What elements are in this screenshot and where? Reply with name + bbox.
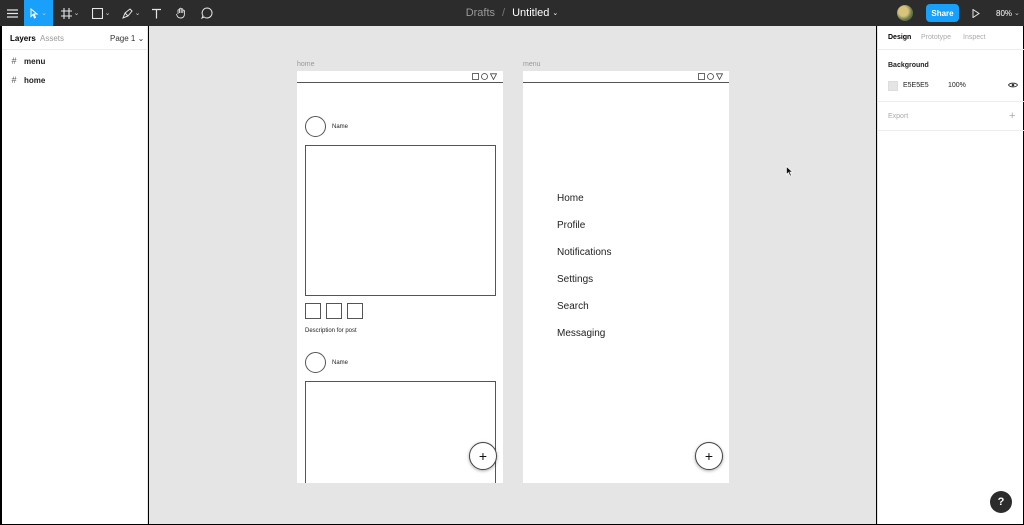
comment-bubble-icon — [201, 7, 213, 19]
chevron-down-icon[interactable]: ⌄ — [552, 9, 558, 17]
user-avatar[interactable] — [897, 5, 913, 21]
help-button[interactable]: ? — [990, 491, 1012, 513]
add-fab[interactable]: + — [695, 442, 723, 470]
tab-prototype[interactable]: Prototype — [921, 34, 951, 41]
post-image-placeholder — [305, 381, 496, 483]
circle-icon — [481, 73, 488, 80]
layers-panel: Layers Assets Page 1 ⌄ # menu # home — [2, 26, 148, 524]
text-icon — [151, 8, 161, 18]
status-icons — [472, 73, 497, 80]
frame-label-menu[interactable]: menu — [523, 61, 541, 68]
cursor-arrow-icon — [30, 7, 39, 19]
frame-label-home[interactable]: home — [297, 61, 315, 68]
tab-design[interactable]: Design — [888, 34, 911, 41]
properties-panel: Design Prototype Inspect Background E5E5… — [877, 26, 1024, 524]
hand-icon — [176, 7, 185, 19]
triangle-down-icon — [716, 73, 723, 80]
menu-frame[interactable]: Home Profile Notifications Settings Sear… — [523, 71, 729, 483]
page-selector[interactable]: Page 1 ⌄ — [110, 34, 144, 43]
avatar-placeholder — [305, 116, 326, 137]
pen-icon — [121, 7, 133, 19]
action-box-placeholder — [347, 303, 363, 319]
menu-item-search: Search — [557, 301, 589, 312]
present-button[interactable] — [968, 0, 984, 26]
avatar-placeholder — [305, 352, 326, 373]
status-icons — [698, 73, 723, 80]
chevron-down-icon: ⌄ — [134, 10, 141, 17]
main-menu-button[interactable] — [0, 0, 24, 26]
add-export-button[interactable]: + — [1009, 110, 1015, 122]
zoom-level: 80% — [996, 8, 1013, 18]
layer-label: menu — [24, 56, 46, 66]
breadcrumb-drafts[interactable]: Drafts — [466, 7, 495, 19]
file-name[interactable]: Untitled — [512, 7, 549, 19]
shape-tool-button[interactable]: ⌄ — [88, 0, 114, 26]
status-bar — [523, 71, 729, 83]
circle-icon — [707, 73, 714, 80]
play-icon — [972, 8, 980, 18]
post-author-name: Name — [332, 360, 349, 366]
export-section-title: Export — [888, 113, 909, 120]
move-tool-button[interactable]: ⌄ — [24, 0, 53, 26]
section-divider — [878, 101, 1024, 102]
frame-tool-button[interactable]: ⌄ — [57, 0, 83, 26]
menu-item-messaging: Messaging — [557, 328, 606, 339]
zoom-dropdown[interactable]: 80% ⌄ — [996, 0, 1020, 26]
post-author-name: Name — [332, 124, 349, 130]
menu-item-profile: Profile — [557, 220, 586, 231]
eye-icon[interactable] — [1008, 81, 1018, 89]
background-color-swatch[interactable] — [888, 81, 898, 91]
tab-inspect[interactable]: Inspect — [963, 34, 986, 41]
hand-tool-button[interactable] — [171, 0, 191, 26]
layer-label: home — [24, 75, 46, 85]
share-button[interactable]: Share — [926, 4, 959, 22]
left-panel-tabs: Layers Assets Page 1 ⌄ — [2, 26, 148, 50]
text-tool-button[interactable] — [148, 0, 164, 26]
chevron-down-icon: ⌄ — [41, 10, 47, 17]
frame-hash-icon: # — [11, 56, 17, 66]
chevron-down-icon: ⌄ — [73, 10, 80, 17]
layer-item-home[interactable]: # home — [2, 71, 148, 89]
pen-tool-button[interactable]: ⌄ — [118, 0, 144, 26]
post-description: Description for post — [305, 328, 357, 334]
tab-assets[interactable]: Assets — [40, 34, 64, 43]
home-frame[interactable]: Name Description for post Name + — [297, 71, 503, 483]
chevron-down-icon: ⌄ — [104, 10, 111, 17]
background-section-title: Background — [888, 62, 929, 69]
hamburger-icon — [6, 8, 18, 18]
background-opacity-value[interactable]: 100% — [948, 82, 966, 89]
breadcrumb-separator: / — [502, 7, 506, 19]
background-hex-value[interactable]: E5E5E5 — [903, 82, 929, 89]
chevron-down-icon: ⌄ — [1014, 10, 1020, 17]
layer-item-menu[interactable]: # menu — [2, 52, 148, 70]
add-post-fab[interactable]: + — [469, 442, 497, 470]
triangle-down-icon — [490, 73, 497, 80]
canvas[interactable]: home Name Description for post Name + me… — [149, 26, 876, 524]
tab-layers[interactable]: Layers — [10, 34, 36, 43]
mouse-cursor-icon — [786, 166, 794, 177]
post-image-placeholder — [305, 145, 496, 296]
comment-tool-button[interactable] — [197, 0, 217, 26]
action-box-placeholder — [326, 303, 342, 319]
square-icon — [472, 73, 479, 80]
status-bar — [297, 71, 503, 83]
menu-item-notifications: Notifications — [557, 247, 612, 258]
action-box-placeholder — [305, 303, 321, 319]
menu-item-settings: Settings — [557, 274, 594, 285]
frame-hash-icon: # — [11, 75, 17, 85]
top-toolbar: ⌄ ⌄ ⌄ ⌄ Drafts / Untitled ⌄ Share 80% ⌄ — [0, 0, 1024, 26]
square-icon — [698, 73, 705, 80]
section-divider — [878, 130, 1024, 131]
rectangle-icon — [91, 7, 103, 19]
frame-hash-icon — [60, 7, 72, 19]
right-panel-tabs: Design Prototype Inspect — [878, 26, 1024, 50]
menu-item-home: Home — [557, 193, 584, 204]
